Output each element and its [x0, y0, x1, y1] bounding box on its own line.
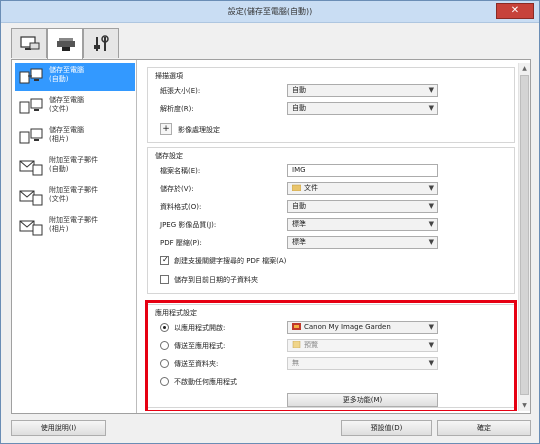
- pdf-compression-select[interactable]: 標準 ▼: [287, 236, 438, 249]
- sidebar-item-label: 附加至電子郵件 (相片): [49, 216, 98, 233]
- highlight-frame: [145, 300, 517, 411]
- scanner-icon: [57, 38, 75, 51]
- jpeg-quality-select[interactable]: 標準 ▼: [287, 218, 438, 231]
- file-name-input[interactable]: IMG: [287, 164, 438, 177]
- sidebar-item-attach-email-document[interactable]: 附加至電子郵件 (文件): [15, 183, 135, 211]
- tools-icon: [94, 35, 109, 51]
- sidebar-item-attach-email-photo[interactable]: 附加至電子郵件 (相片): [15, 213, 135, 241]
- attach-email-icon: [19, 190, 43, 206]
- check-icon: ✓: [162, 255, 169, 264]
- paper-size-label: 紙張大小(E):: [160, 87, 201, 95]
- pdf-compression-label: PDF 壓縮(P):: [160, 239, 202, 247]
- ok-button[interactable]: 確定: [437, 420, 531, 436]
- sidebar-item-save-computer-auto[interactable]: 儲存至電腦 (自動): [15, 63, 135, 91]
- jpeg-quality-value: 標準: [292, 220, 306, 228]
- chevron-down-icon: ▼: [428, 104, 434, 112]
- pdf-compression-value: 標準: [292, 238, 306, 246]
- paper-size-value: 自動: [292, 86, 306, 94]
- sidebar-item-save-computer-photo[interactable]: 儲存至電腦 (相片): [15, 123, 135, 151]
- data-format-label: 資料格式(O):: [160, 203, 202, 211]
- expand-image-processing-button[interactable]: +: [160, 123, 172, 135]
- sidebar-item-save-computer-document[interactable]: 儲存至電腦 (文件): [15, 93, 135, 121]
- sidebar-item-label: 附加至電子郵件 (自動): [49, 156, 98, 173]
- attach-email-icon: [19, 160, 43, 176]
- save-settings-group: 儲存設定 檔案名稱(E): IMG 儲存於(V): 文件 ▼ 資料格式(O): …: [147, 147, 515, 294]
- save-in-label: 儲存於(V):: [160, 185, 194, 193]
- folder-icon: [292, 184, 301, 191]
- keyword-pdf-label: 創建支援關鍵字搜尋的 PDF 檔案(A): [174, 257, 287, 265]
- sidebar-item-label: 儲存至電腦 (文件): [49, 96, 84, 113]
- monitor-scan-icon: [20, 36, 40, 50]
- sidebar-item-label: 儲存至電腦 (相片): [49, 126, 84, 143]
- date-subfolder-label: 儲存到目前日期的子資料夾: [174, 276, 258, 284]
- sidebar-item-attach-email-auto[interactable]: 附加至電子郵件 (自動): [15, 153, 135, 181]
- resolution-label: 解析度(R):: [160, 105, 194, 113]
- paper-size-select[interactable]: 自動 ▼: [287, 84, 438, 97]
- resolution-value: 自動: [292, 104, 306, 112]
- file-name-label: 檔案名稱(E):: [160, 167, 201, 175]
- jpeg-quality-label: JPEG 影像品質(J):: [160, 221, 217, 229]
- scan-options-group: 掃描選項 紙張大小(E): 自動 ▼ 解析度(R): 自動 ▼ + 影像處理設定: [147, 67, 515, 143]
- settings-content: 儲存至電腦 (自動) 儲存至電腦 (文件) 儲存至電腦 (相片) 附加至電子郵件…: [11, 59, 531, 414]
- attach-email-icon: [19, 220, 43, 236]
- chevron-down-icon: ▼: [428, 86, 434, 94]
- settings-panel: 掃描選項 紙張大小(E): 自動 ▼ 解析度(R): 自動 ▼ + 影像處理設定…: [143, 63, 517, 411]
- data-format-select[interactable]: 自動 ▼: [287, 200, 438, 213]
- chevron-down-icon: ▼: [428, 220, 434, 228]
- tab-scanner[interactable]: [47, 28, 83, 60]
- vertical-scrollbar[interactable]: ▲ ▼: [518, 63, 530, 411]
- file-name-value: IMG: [292, 166, 306, 174]
- save-to-computer-icon: [19, 98, 43, 114]
- window-title: 設定(儲存至電腦(自動)): [227, 7, 313, 16]
- scroll-thumb[interactable]: [520, 75, 529, 395]
- scan-options-title: 掃描選項: [155, 72, 183, 80]
- keyword-pdf-checkbox[interactable]: ✓: [160, 255, 169, 265]
- help-button[interactable]: 使用說明(I): [11, 420, 106, 436]
- chevron-down-icon: ▼: [428, 238, 434, 246]
- save-to-computer-icon: [19, 68, 43, 84]
- scroll-down-icon[interactable]: ▼: [519, 400, 530, 411]
- save-in-select[interactable]: 文件 ▼: [287, 182, 438, 195]
- save-in-value: 文件: [304, 184, 318, 192]
- data-format-value: 自動: [292, 202, 306, 210]
- date-subfolder-checkbox[interactable]: [160, 275, 169, 284]
- chevron-down-icon: ▼: [428, 202, 434, 210]
- sidebar-item-label: 附加至電子郵件 (文件): [49, 186, 98, 203]
- tab-tools[interactable]: [83, 28, 119, 58]
- scroll-up-icon[interactable]: ▲: [519, 63, 530, 74]
- sidebar: 儲存至電腦 (自動) 儲存至電腦 (文件) 儲存至電腦 (相片) 附加至電子郵件…: [12, 60, 137, 413]
- defaults-button[interactable]: 預設值(D): [341, 420, 432, 436]
- resolution-select[interactable]: 自動 ▼: [287, 102, 438, 115]
- settings-window: 設定(儲存至電腦(自動)) ✕ 儲存至電腦 (自動) 儲存至電腦 (文件) 儲存…: [0, 0, 540, 444]
- tab-computer-scan[interactable]: [11, 28, 47, 58]
- close-button[interactable]: ✕: [496, 3, 534, 19]
- image-processing-label: 影像處理設定: [178, 126, 220, 134]
- save-to-computer-icon: [19, 128, 43, 144]
- chevron-down-icon: ▼: [428, 184, 434, 192]
- title-bar: 設定(儲存至電腦(自動)) ✕: [1, 1, 539, 23]
- sidebar-item-label: 儲存至電腦 (自動): [49, 66, 84, 83]
- save-settings-title: 儲存設定: [155, 152, 183, 160]
